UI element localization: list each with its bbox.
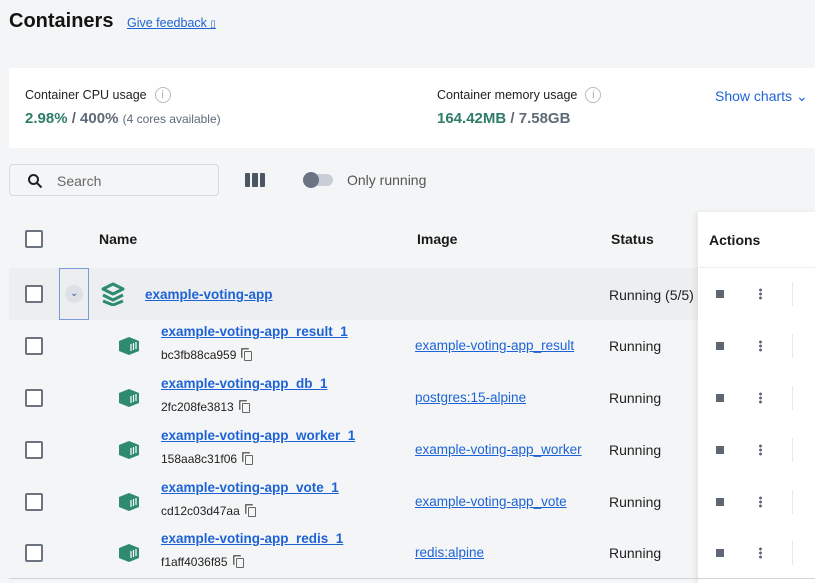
copy-icon[interactable] (241, 402, 250, 413)
container-icon (119, 493, 139, 511)
search-input[interactable]: Search (9, 164, 219, 196)
container-icon (119, 441, 139, 459)
more-options-icon[interactable] (759, 444, 762, 456)
stop-icon[interactable] (716, 394, 724, 402)
image-link[interactable]: example-voting-app_worker (415, 442, 582, 457)
image-link[interactable]: example-voting-app_result (415, 338, 574, 353)
status-text: Running (609, 494, 662, 510)
column-header-actions: Actions (709, 232, 761, 248)
row-checkbox[interactable] (25, 285, 43, 303)
columns-icon[interactable] (245, 173, 265, 187)
only-running-toggle[interactable] (303, 172, 333, 188)
container-icon (119, 389, 139, 407)
stats-card: Container CPU usage i 2.98% / 400% (4 cor… (9, 68, 815, 148)
show-charts-button[interactable]: Show charts ⌄ (715, 88, 808, 105)
column-header-name[interactable]: Name (99, 231, 137, 247)
group-name-link[interactable]: example-voting-app (145, 287, 273, 302)
container-id: 2fc208fe3813 (161, 400, 234, 414)
stop-icon[interactable] (716, 446, 724, 454)
search-icon (28, 174, 43, 189)
container-name-link[interactable]: example-voting-app_vote_1 (161, 480, 339, 495)
cpu-value: 2.98% / 400% (4 cores available) (25, 110, 221, 127)
container-name-link[interactable]: example-voting-app_worker_1 (161, 428, 355, 443)
status-text: Running (609, 338, 662, 354)
stop-icon[interactable] (716, 342, 724, 350)
image-link[interactable]: redis:alpine (415, 545, 484, 560)
row-checkbox[interactable] (25, 493, 43, 511)
row-checkbox[interactable] (25, 337, 43, 355)
image-link[interactable]: example-voting-app_vote (415, 494, 567, 509)
column-header-status[interactable]: Status (611, 231, 654, 247)
container-name-link[interactable]: example-voting-app_result_1 (161, 324, 348, 339)
chevron-down-icon: ⌄ (65, 285, 83, 303)
more-options-icon[interactable] (759, 496, 762, 508)
copy-icon[interactable] (244, 350, 253, 361)
container-id: cd12c03d47aa (161, 504, 240, 518)
info-icon[interactable]: i (585, 86, 602, 103)
stack-icon (101, 282, 125, 306)
group-status: Running (5/5) (609, 287, 694, 303)
feedback-icon: ▯ (210, 19, 216, 30)
status-text: Running (609, 442, 662, 458)
column-header-image[interactable]: Image (417, 231, 457, 247)
more-options-icon[interactable] (759, 288, 762, 300)
page-title: Containers (9, 10, 114, 32)
select-all-checkbox[interactable] (25, 230, 43, 248)
copy-icon[interactable] (235, 557, 244, 568)
expand-button[interactable]: ⌄ (59, 268, 89, 320)
row-checkbox[interactable] (25, 389, 43, 407)
stop-icon[interactable] (716, 290, 724, 298)
more-options-icon[interactable] (759, 340, 762, 352)
copy-icon[interactable] (247, 506, 256, 517)
row-checkbox[interactable] (25, 441, 43, 459)
stop-icon[interactable] (716, 549, 724, 557)
give-feedback-link[interactable]: Give feedback ▯ (127, 16, 216, 30)
image-link[interactable]: postgres:15-alpine (415, 390, 526, 405)
container-name-link[interactable]: example-voting-app_redis_1 (161, 531, 343, 546)
row-checkbox[interactable] (25, 544, 43, 562)
status-text: Running (609, 390, 662, 406)
memory-label: Container memory usage (437, 88, 578, 102)
container-name-link[interactable]: example-voting-app_db_1 (161, 376, 328, 391)
stop-icon[interactable] (716, 498, 724, 506)
copy-icon[interactable] (245, 454, 254, 465)
status-text: Running (609, 545, 662, 561)
memory-value: 164.42MB / 7.58GB (437, 110, 571, 127)
more-options-icon[interactable] (759, 547, 762, 559)
more-options-icon[interactable] (759, 392, 762, 404)
container-icon (119, 544, 139, 562)
info-icon[interactable]: i (154, 86, 171, 103)
container-id: f1aff4036f85 (161, 555, 228, 569)
container-id: bc3fb88ca959 (161, 348, 237, 362)
container-id: 158aa8c31f06 (161, 452, 238, 466)
only-running-label: Only running (347, 172, 427, 188)
container-icon (119, 337, 139, 355)
chevron-down-icon: ⌄ (795, 88, 808, 104)
cpu-label: Container CPU usage (25, 88, 147, 102)
